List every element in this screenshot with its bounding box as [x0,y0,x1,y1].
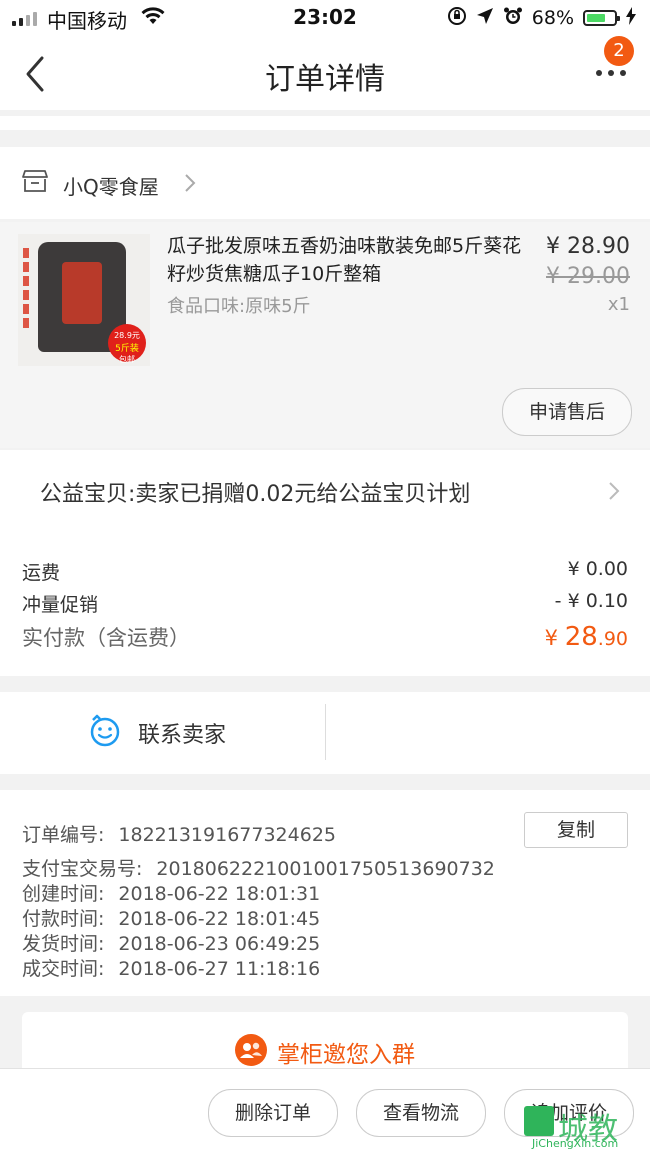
shipping-value: ¥ 0.00 [567,558,628,580]
shipped-time-row: 发货时间: 2018-06-23 06:49:25 [22,929,320,956]
shipped-time-value: 2018-06-23 06:49:25 [118,933,321,955]
after-sale-button[interactable]: 申请售后 [502,388,632,436]
order-info: 订单编号: 182213191677324625 复制 支付宝交易号: 201806… [0,790,650,996]
total-value: ¥ 28.90 [544,622,628,652]
alarm-icon [503,6,523,30]
page-title: 订单详情 [265,62,385,97]
shipping-label: 运费 [22,562,61,584]
more-dots-icon [596,70,602,76]
paid-time-row: 付款时间: 2018-06-22 18:01:45 [22,904,320,931]
product-image: 28.9元 5斤装 包邮 [18,234,150,366]
chevron-right-icon [608,481,620,505]
total-label: 实付款（含运费） [22,626,190,650]
product-quantity: x1 [607,294,630,315]
divider [325,704,326,760]
charity-row[interactable]: 公益宝贝:卖家已捐赠0.02元给公益宝贝计划 [0,450,650,530]
paid-time-value: 2018-06-22 18:01:45 [118,908,321,930]
status-bar: 中国移动 23:02 68% [0,0,650,36]
order-number-row: 订单编号: 182213191677324625 [22,820,336,847]
completed-time-label: 成交时间: [22,958,105,980]
more-button[interactable] [596,70,626,76]
completed-time-value: 2018-06-27 11:18:16 [118,958,321,980]
total-row: 实付款（含运费） ¥ 28.90 [22,622,628,652]
contact-seller-button[interactable]: 联系卖家 [88,714,226,752]
location-icon [476,7,494,29]
group-invite-label: 掌柜邀您入群 [277,1042,415,1068]
goods-item[interactable]: 28.9元 5斤装 包邮 瓜子批发原味五香奶油味散装免邮5斤葵花籽炒货焦糖瓜子1… [0,222,650,448]
contact-section: 联系卖家 [0,692,650,774]
battery-icon [583,10,620,26]
product-original-price: ¥ 29.00 [546,264,630,289]
spacer-strip [0,116,650,130]
charity-text: 公益宝贝:卖家已捐赠0.02元给公益宝贝计划 [40,482,471,507]
paid-time-label: 付款时间: [22,908,105,930]
order-number-value: 182213191677324625 [118,824,336,846]
notification-badge: 2 [604,36,634,66]
product-price: ¥ 28.90 [546,234,630,259]
join-group-button[interactable]: 掌柜邀您入群 [22,1034,628,1070]
view-logistics-button[interactable]: 查看物流 [356,1089,486,1137]
group-icon [235,1034,267,1070]
copy-button[interactable]: 复制 [524,812,628,848]
created-time-value: 2018-06-22 18:01:31 [118,883,321,905]
navigation-bar: 订单详情 2 [0,36,650,110]
alipay-number-row: 支付宝交易号: 2018062221001001750513690732 [22,854,495,881]
charging-icon [626,7,636,29]
fee-summary: 运费 ¥ 0.00 冲量促销 - ¥ 0.10 实付款（含运费） ¥ 28.90 [0,530,650,676]
order-number-label: 订单编号: [22,824,105,846]
promo-label: 冲量促销 [22,594,99,616]
alipay-number-value: 2018062221001001750513690732 [156,858,495,880]
created-time-row: 创建时间: 2018-06-22 18:01:31 [22,879,320,906]
shipping-row: 运费 ¥ 0.00 [22,558,628,585]
delete-order-button[interactable]: 删除订单 [208,1089,338,1137]
promo-row: 冲量促销 - ¥ 0.10 [22,590,628,617]
completed-time-row: 成交时间: 2018-06-27 11:18:16 [22,954,320,981]
rotation-lock-icon [447,6,467,30]
battery-percent: 68% [531,7,574,29]
price-badge: 28.9元 5斤装 包邮 [108,324,146,364]
product-title: 瓜子批发原味五香奶油味散装免邮5斤葵花籽炒货焦糖瓜子10斤整箱 [167,235,522,285]
contact-seller-label: 联系卖家 [138,723,227,748]
chevron-right-icon [184,173,196,197]
shop-icon [22,169,48,197]
shop-name: 小Q零食屋 [63,175,159,199]
shop-row[interactable]: 小Q零食屋 [0,147,650,219]
shipped-time-label: 发货时间: [22,933,105,955]
promo-value: - ¥ 0.10 [554,590,628,612]
product-spec: 食品口味:原味5斤 [167,296,311,317]
created-time-label: 创建时间: [22,883,105,905]
watermark-logo: 城教 JiChengXin.com [524,1104,644,1152]
alipay-number-label: 支付宝交易号: [22,858,143,880]
chat-face-icon [88,714,122,752]
